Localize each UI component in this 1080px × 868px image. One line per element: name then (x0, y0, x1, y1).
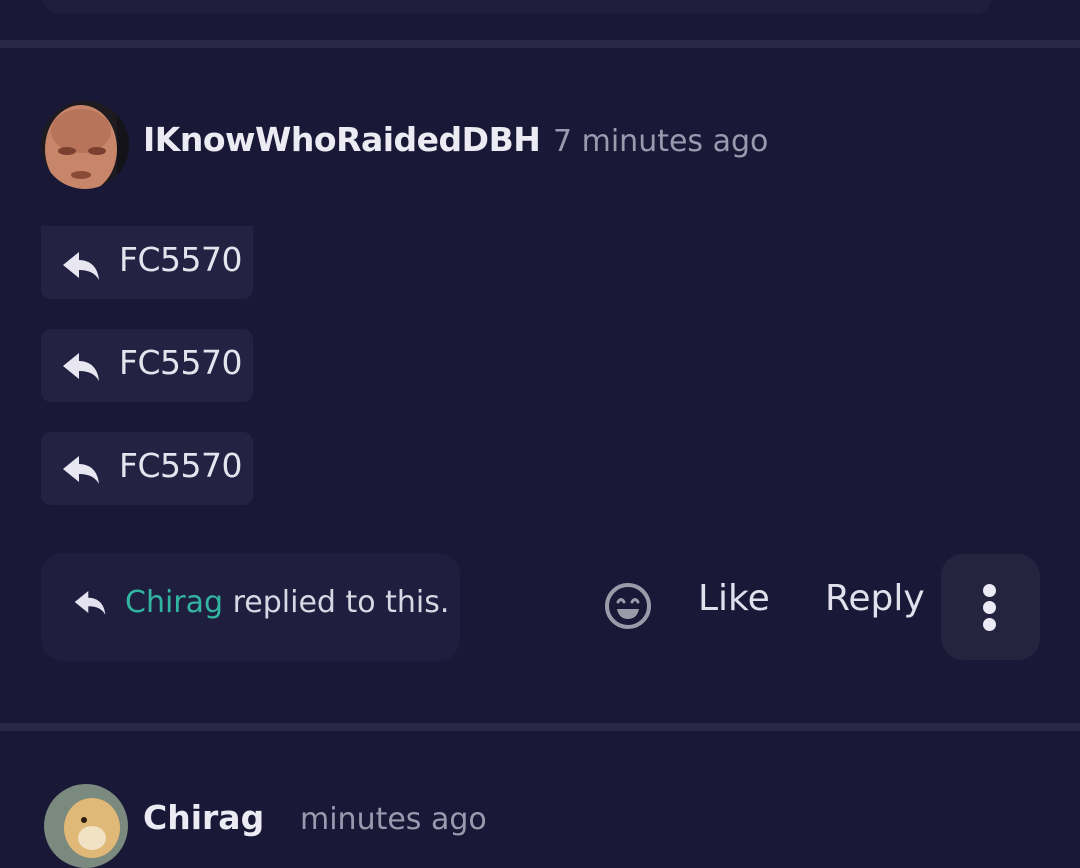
replied-notice-text: Chirag replied to this. (125, 585, 449, 620)
reply-arrow-icon (63, 353, 99, 381)
like-button[interactable]: Like (698, 578, 770, 619)
reply-arrow-icon (63, 456, 99, 484)
next-post-username[interactable]: Chirag (143, 798, 264, 837)
reply-chip[interactable]: FC5570 (41, 432, 253, 505)
post-divider (0, 723, 1080, 731)
previous-post-card (42, 0, 992, 14)
post-divider (0, 40, 1080, 48)
replied-suffix: replied to this. (223, 585, 450, 620)
replied-user-link[interactable]: Chirag (125, 585, 223, 620)
reply-arrow-icon (74, 590, 106, 615)
next-post-timestamp: minutes ago (300, 802, 487, 837)
more-options-button[interactable] (941, 554, 1040, 660)
user-avatar[interactable] (41, 101, 129, 189)
reply-chip[interactable]: FC5570 (41, 329, 253, 402)
reply-button[interactable]: Reply (825, 578, 925, 619)
reply-chip-label: FC5570 (119, 343, 243, 382)
reply-arrow-icon (63, 252, 99, 280)
post-timestamp: 7 minutes ago (553, 124, 769, 159)
post-username[interactable]: IKnowWhoRaidedDBH (143, 120, 541, 159)
user-avatar[interactable] (44, 784, 128, 868)
reply-chip[interactable]: FC5570 (41, 226, 253, 299)
replied-notice[interactable]: Chirag replied to this. (41, 553, 460, 661)
smiley-icon[interactable] (604, 582, 652, 630)
reply-chip-label: FC5570 (119, 446, 243, 485)
reply-chip-label: FC5570 (119, 240, 243, 279)
